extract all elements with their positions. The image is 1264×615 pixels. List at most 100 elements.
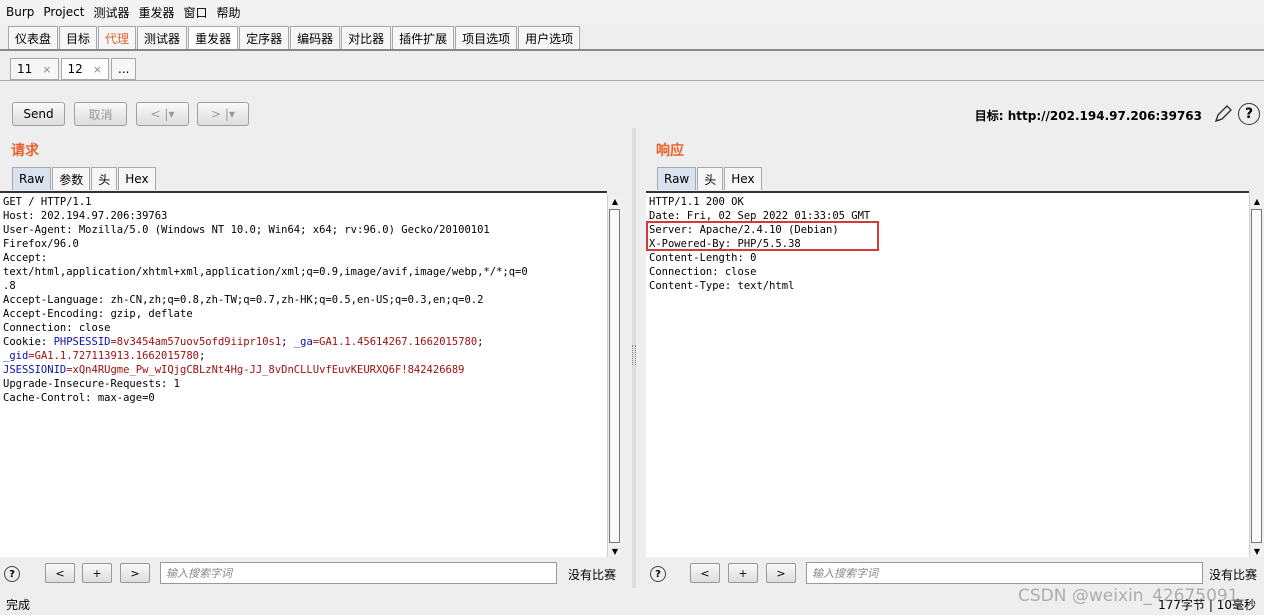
menu-project[interactable]: Project (43, 5, 84, 19)
repeater-tab-label: 11 (17, 62, 33, 76)
response-line: Content-Length: 0 (649, 252, 757, 264)
main-tab-bar: 仪表盘 目标 代理 测试器 重发器 定序器 编码器 对比器 插件扩展 项目选项 … (8, 26, 581, 49)
cookie-line: JSESSIONID=xQn4RUgme_Pw_wIQjgCBLzNt4Hg-J… (3, 363, 604, 377)
tab-dashboard[interactable]: 仪表盘 (8, 26, 59, 49)
request-line: Firefox/96.0 (3, 238, 79, 250)
cookie-key: JSESSIONID (3, 364, 67, 376)
request-tab-hex[interactable]: Hex (118, 167, 156, 190)
scroll-up-icon[interactable]: ▲ (609, 195, 621, 207)
request-match-count: 没有比赛 (568, 568, 617, 582)
request-line: Host: 202.194.97.206:39763 (3, 210, 168, 222)
response-view-tabs: Raw 头 Hex (657, 167, 763, 190)
back-button[interactable]: < |▾ (136, 102, 189, 126)
forward-button[interactable]: > |▾ (197, 102, 249, 126)
cookie-separator: ; (281, 336, 294, 348)
request-search-input[interactable]: 输入搜索字词 (160, 562, 557, 584)
search-prev-button[interactable]: < (690, 563, 720, 583)
cookie-key: _ga (293, 336, 313, 348)
target-label: 目标: http://202.194.97.206:39763 (974, 109, 1202, 123)
tab-decoder[interactable]: 编码器 (290, 26, 341, 49)
repeater-tab-12[interactable]: 12 × (60, 58, 109, 80)
highlight-box (646, 221, 879, 251)
repeater-tab-11[interactable]: 11 × (10, 58, 59, 80)
tab-user-options[interactable]: 用户选项 (518, 26, 581, 49)
request-tab-headers[interactable]: 头 (91, 167, 118, 190)
tab-repeater[interactable]: 重发器 (188, 26, 239, 49)
response-scrollbar[interactable]: ▲ ▼ (1249, 195, 1263, 557)
scroll-up-icon[interactable]: ▲ (1251, 195, 1263, 207)
tab-extender[interactable]: 插件扩展 (392, 26, 455, 49)
response-title: 响应 (656, 143, 684, 159)
status-text: 完成 (6, 598, 31, 612)
response-search-input[interactable]: 输入搜索字词 (806, 562, 1203, 584)
search-next-button[interactable]: > (120, 563, 150, 583)
request-title: 请求 (11, 143, 39, 159)
search-prev-button[interactable]: < (45, 563, 75, 583)
response-line: Connection: close (649, 266, 757, 278)
response-tab-hex[interactable]: Hex (724, 167, 762, 190)
help-icon[interactable]: ? (4, 566, 20, 582)
cookie-separator: ; (198, 350, 206, 362)
request-line: .8 (3, 280, 16, 292)
scroll-down-icon[interactable]: ▼ (609, 545, 621, 557)
menu-bar: Burp Project 测试器 重发器 窗口 帮助 (0, 0, 1264, 24)
tab-proxy[interactable]: 代理 (98, 26, 137, 49)
request-editor[interactable]: GET / HTTP/1.1 Host: 202.194.97.206:39763… (0, 191, 607, 557)
cookie-value: =GA1.1.727113913.1662015780 (28, 350, 199, 362)
scroll-thumb[interactable] (609, 209, 620, 543)
tab-divider (0, 49, 1264, 51)
repeater-tab-new[interactable]: ... (111, 58, 137, 80)
request-line: GET / HTTP/1.1 (3, 196, 92, 208)
tab-comparer[interactable]: 对比器 (341, 26, 392, 49)
pencil-icon[interactable] (1212, 103, 1234, 125)
close-icon[interactable]: × (93, 63, 102, 76)
response-match-count: 没有比赛 (1209, 568, 1258, 582)
watermark: CSDN @weixin_42675091 (1018, 586, 1239, 606)
request-line: User-Agent: Mozilla/5.0 (Windows NT 10.0… (3, 224, 490, 236)
tab-target[interactable]: 目标 (59, 26, 98, 49)
cancel-button[interactable]: 取消 (74, 102, 127, 126)
cookie-value: =xQn4RUgme_Pw_wIQjgCBLzNt4Hg-JJ_8vDnCLLU… (66, 364, 465, 376)
search-next-button[interactable]: > (766, 563, 796, 583)
request-line: Accept: (3, 252, 48, 264)
tab-sequencer[interactable]: 定序器 (239, 26, 290, 49)
cookie-prefix: Cookie: (3, 336, 54, 348)
menu-help[interactable]: 帮助 (217, 4, 241, 21)
cookie-value: =8v3454am57uov5ofd9iipr10s1 (110, 336, 282, 348)
request-line: Accept-Encoding: gzip, deflate (3, 308, 193, 320)
menu-repeater[interactable]: 重发器 (138, 4, 174, 21)
search-options-button[interactable]: + (728, 563, 758, 583)
menu-window[interactable]: 窗口 (183, 4, 207, 21)
request-tab-params[interactable]: 参数 (52, 167, 91, 190)
response-line: HTTP/1.1 200 OK (649, 196, 744, 208)
help-icon[interactable]: ? (650, 566, 666, 582)
menu-burp[interactable]: Burp (6, 5, 34, 19)
splitter-grip-icon[interactable] (632, 345, 636, 365)
help-icon[interactable]: ? (1238, 103, 1260, 125)
cookie-separator: ; (477, 336, 484, 348)
cookie-value: =GA1.1.45614267.1662015780 (312, 336, 478, 348)
request-line: Cache-Control: max-age=0 (3, 392, 155, 404)
request-line: text/html,application/xhtml+xml,applicat… (3, 266, 528, 278)
scroll-thumb[interactable] (1251, 209, 1262, 543)
request-line: Connection: close (3, 322, 111, 334)
send-button[interactable]: Send (12, 102, 65, 126)
subtab-divider (0, 80, 1264, 81)
cookie-key: _gid (3, 350, 29, 362)
close-icon[interactable]: × (42, 63, 51, 76)
cookie-key: PHPSESSID (53, 336, 111, 348)
cookie-line: Cookie: PHPSESSID=8v3454am57uov5ofd9iipr… (3, 335, 604, 349)
menu-intruder[interactable]: 测试器 (93, 4, 129, 21)
tab-project-options[interactable]: 项目选项 (455, 26, 518, 49)
response-tab-headers[interactable]: 头 (697, 167, 724, 190)
search-options-button[interactable]: + (82, 563, 112, 583)
repeater-tab-label: 12 (67, 62, 83, 76)
response-line: Content-Type: text/html (649, 280, 795, 292)
request-line: Accept-Language: zh-CN,zh;q=0.8,zh-TW;q=… (3, 294, 484, 306)
request-tab-raw[interactable]: Raw (12, 167, 52, 190)
request-scrollbar[interactable]: ▲ ▼ (607, 195, 621, 557)
scroll-down-icon[interactable]: ▼ (1251, 545, 1263, 557)
cookie-line: _gid=GA1.1.727113913.1662015780; (3, 349, 604, 363)
response-tab-raw[interactable]: Raw (657, 167, 697, 190)
tab-intruder[interactable]: 测试器 (137, 26, 188, 49)
